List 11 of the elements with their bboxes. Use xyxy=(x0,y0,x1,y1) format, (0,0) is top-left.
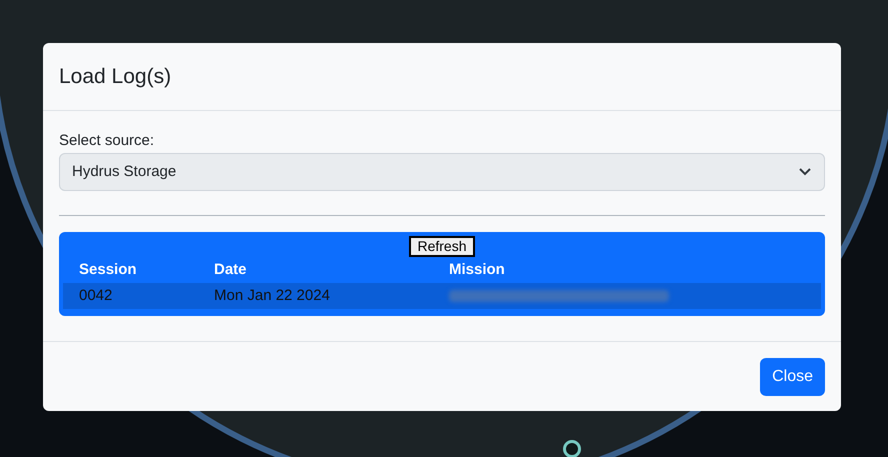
table-cell: 0042 xyxy=(79,286,112,304)
column-header: Mission xyxy=(449,260,505,278)
column-header: Session xyxy=(79,260,137,278)
source-select[interactable]: Hydrus Storage xyxy=(59,153,825,191)
chevron-down-icon xyxy=(798,167,812,177)
column-header: Date xyxy=(214,260,247,278)
refresh-button[interactable]: Refresh xyxy=(409,236,475,257)
table-cell: Mon Jan 22 2024 xyxy=(214,286,330,304)
source-label: Select source: xyxy=(59,131,156,151)
close-button[interactable]: Close xyxy=(760,358,825,396)
modal-title: Load Log(s) xyxy=(59,64,172,90)
